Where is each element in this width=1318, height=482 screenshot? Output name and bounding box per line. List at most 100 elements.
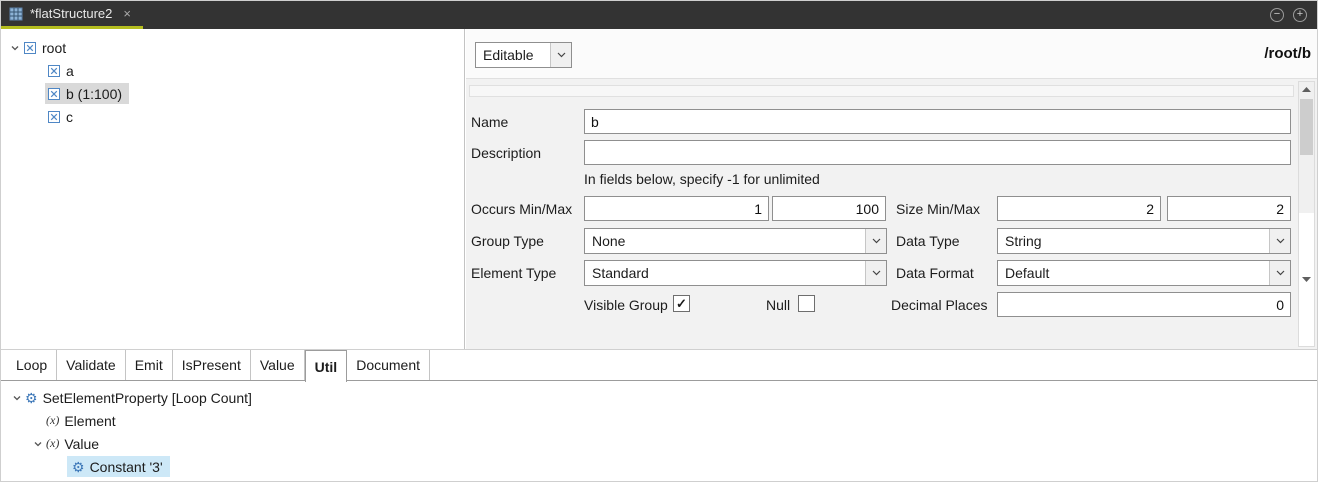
properties-panel: Editable /root/b Name Description In fie… <box>466 29 1318 349</box>
decimal-places-label: Decimal Places <box>891 292 987 317</box>
tree-item-setelementproperty[interactable]: ⚙ SetElementProperty [Loop Count] <box>1 386 1317 409</box>
tree-item-value[interactable]: (x) Value <box>1 432 1317 455</box>
description-input[interactable] <box>584 140 1291 165</box>
editor-tab[interactable]: *flatStructure2 × <box>1 1 143 29</box>
editor-tab-bar: *flatStructure2 × − + <box>1 1 1317 29</box>
maximize-button[interactable]: + <box>1293 8 1307 22</box>
structure-icon <box>9 7 23 21</box>
tab-util[interactable]: Util <box>305 350 348 382</box>
gear-icon: ⚙ <box>72 460 85 474</box>
tree-item-b[interactable]: b (1:100) <box>1 82 464 105</box>
tree-item-label: b (1:100) <box>66 86 122 102</box>
chevron-down-icon <box>1269 229 1290 253</box>
group-type-value: None <box>585 233 865 249</box>
null-label: Null <box>766 292 790 317</box>
element-icon <box>47 110 61 124</box>
element-icon <box>23 41 37 55</box>
script-tab-bar: Loop Validate Emit IsPresent Value Util … <box>1 350 1317 381</box>
tab-label: Emit <box>135 357 163 373</box>
element-icon <box>47 64 61 78</box>
element-type-label: Element Type <box>471 260 556 285</box>
tree-item-label: root <box>42 40 66 56</box>
visible-group-label: Visible Group <box>584 292 668 317</box>
scroll-up-button[interactable] <box>1299 82 1314 97</box>
form-header-strip <box>469 85 1294 97</box>
tree-item-element[interactable]: (x) Element <box>1 409 1317 432</box>
tab-document[interactable]: Document <box>347 350 430 380</box>
tab-label: Loop <box>16 357 47 373</box>
function-icon: (x) <box>46 413 59 428</box>
occurs-max-input[interactable] <box>772 196 886 221</box>
info-text: In fields below, specify -1 for unlimite… <box>584 171 820 187</box>
minimize-button[interactable]: − <box>1270 8 1284 22</box>
group-type-select[interactable]: None <box>584 228 887 254</box>
size-minmax-label: Size Min/Max <box>896 196 980 221</box>
tab-close-icon[interactable]: × <box>123 6 131 21</box>
chevron-down-icon[interactable] <box>7 43 23 53</box>
visible-group-checkbox[interactable]: ✓ <box>673 295 690 312</box>
group-type-label: Group Type <box>471 228 544 253</box>
description-label: Description <box>471 140 541 165</box>
structure-tree: root a b (1:100) c <box>1 29 465 349</box>
data-type-value: String <box>998 233 1269 249</box>
data-type-select[interactable]: String <box>997 228 1291 254</box>
data-type-label: Data Type <box>896 228 960 253</box>
name-label: Name <box>471 109 508 134</box>
name-input[interactable] <box>584 109 1291 134</box>
scroll-down-button[interactable] <box>1299 213 1314 346</box>
tree-item-a[interactable]: a <box>1 59 464 82</box>
tree-item-constant[interactable]: ⚙ Constant '3' <box>1 455 1317 478</box>
form-header: Editable /root/b <box>466 29 1318 79</box>
chevron-down-icon <box>550 43 571 67</box>
tree-item-label: a <box>66 63 74 79</box>
occurs-minmax-label: Occurs Min/Max <box>471 196 572 221</box>
mode-select[interactable]: Editable <box>475 42 572 68</box>
chevron-down-icon <box>865 261 886 285</box>
null-checkbox[interactable] <box>798 295 815 312</box>
tree-item-label: SetElementProperty [Loop Count] <box>43 390 252 406</box>
gear-icon: ⚙ <box>25 391 38 405</box>
script-tree: ⚙ SetElementProperty [Loop Count] (x) El… <box>1 381 1317 478</box>
function-icon: (x) <box>46 436 59 451</box>
element-icon <box>47 87 61 101</box>
tab-loop[interactable]: Loop <box>7 350 57 380</box>
tree-item-c[interactable]: c <box>1 105 464 128</box>
data-format-select[interactable]: Default <box>997 260 1291 286</box>
size-min-input[interactable] <box>997 196 1161 221</box>
element-type-value: Standard <box>585 265 865 281</box>
chevron-down-icon[interactable] <box>30 439 46 449</box>
tab-title: *flatStructure2 <box>30 6 112 21</box>
form-scrollbar[interactable] <box>1298 81 1315 347</box>
decimal-places-input[interactable] <box>997 292 1291 317</box>
occurs-min-input[interactable] <box>584 196 769 221</box>
size-max-input[interactable] <box>1167 196 1291 221</box>
tab-emit[interactable]: Emit <box>126 350 173 380</box>
chevron-down-icon <box>1269 261 1290 285</box>
element-path: /root/b <box>1264 45 1311 62</box>
tab-label: Value <box>260 357 295 373</box>
tab-value[interactable]: Value <box>251 350 305 380</box>
tab-label: Util <box>315 359 338 375</box>
selected-tree-item: b (1:100) <box>45 83 129 104</box>
application-window: *flatStructure2 × − + root <box>0 0 1318 482</box>
view-controls: − + <box>1270 8 1317 22</box>
selected-tree-item: ⚙ Constant '3' <box>67 456 170 477</box>
script-section: Loop Validate Emit IsPresent Value Util … <box>1 350 1317 482</box>
element-type-select[interactable]: Standard <box>584 260 887 286</box>
mode-select-value: Editable <box>476 47 550 63</box>
main-area: root a b (1:100) c <box>1 29 1318 350</box>
data-format-label: Data Format <box>896 260 974 285</box>
scroll-thumb[interactable] <box>1300 99 1313 155</box>
tab-label: IsPresent <box>182 357 241 373</box>
tree-item-label: c <box>66 109 73 125</box>
tab-label: Document <box>356 357 420 373</box>
tree-item-root[interactable]: root <box>1 36 464 59</box>
tab-label: Validate <box>66 357 116 373</box>
chevron-down-icon <box>865 229 886 253</box>
tree-item-label: Constant '3' <box>90 459 163 475</box>
tab-validate[interactable]: Validate <box>57 350 126 380</box>
chevron-down-icon[interactable] <box>9 393 25 403</box>
tree-item-label: Element <box>64 413 115 429</box>
tab-ispresent[interactable]: IsPresent <box>173 350 251 380</box>
check-icon: ✓ <box>676 297 687 310</box>
